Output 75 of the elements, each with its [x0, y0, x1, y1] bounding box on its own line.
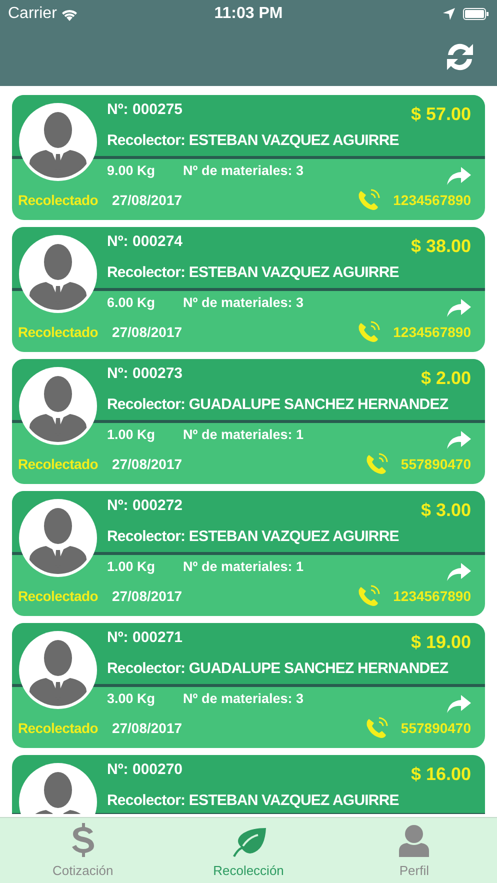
date-label: 27/08/2017 [112, 586, 182, 606]
materials-count: Nº de materiales: 3 [183, 294, 304, 312]
price-label: $ 2.00 [420, 367, 471, 390]
price-label: $ 3.00 [420, 499, 471, 522]
tab-item[interactable]: Perfil [331, 818, 497, 883]
record-card[interactable]: Nº: 000271 $ 19.00 Recolector: GUADALUPE SANCHEZ HERNANDEZ 3.00 Kg Nº de materiales: 3 Recolectado 27/08/2017 557890470 [12, 623, 485, 748]
dollar-icon [70, 822, 95, 856]
record-number: Nº: 000270 [107, 760, 183, 780]
record-card[interactable]: Nº: 000275 $ 57.00 Recolector: ESTEBAN VAZQUEZ AGUIRRE 9.00 Kg Nº de materiales: 3 Recolectado 27/08/2017 1234567890 [12, 95, 485, 220]
materials-count: Nº de materiales: 3 [183, 162, 304, 180]
collector-name: Recolector: ESTEBAN VAZQUEZ AGUIRRE [107, 131, 400, 151]
location-arrow-icon [443, 8, 455, 20]
leaf-icon [230, 826, 266, 856]
weight-label: 1.00 Kg [107, 558, 156, 576]
share-button[interactable] [447, 563, 471, 581]
collector-name: Recolector: ESTEBAN VAZQUEZ AGUIRRE [107, 791, 400, 811]
share-button[interactable] [447, 167, 471, 185]
record-number: Nº: 000272 [107, 496, 183, 516]
record-card[interactable]: Nº: 000274 $ 38.00 Recolector: ESTEBAN VAZQUEZ AGUIRRE 6.00 Kg Nº de materiales: 3 Recolectado 27/08/2017 1234567890 [12, 227, 485, 352]
record-number: Nº: 000275 [107, 100, 183, 120]
status-label: Recolectado [18, 322, 98, 342]
materials-count: Nº de materiales: 1 [183, 558, 304, 576]
materials-count: Nº de materiales: 3 [183, 690, 304, 708]
price-label: $ 16.00 [410, 763, 471, 786]
avatar-icon [18, 630, 98, 710]
avatar-icon [18, 102, 98, 182]
share-button[interactable] [447, 431, 471, 449]
phone-icon [357, 321, 382, 344]
person-icon [399, 824, 430, 856]
weight-label: 6.00 Kg [107, 294, 156, 312]
battery-icon [463, 8, 489, 20]
date-label: 27/08/2017 [112, 454, 182, 474]
status-label: Recolectado [18, 586, 98, 606]
status-label: Recolectado [18, 454, 98, 474]
collector-name: Recolector: GUADALUPE SANCHEZ HERNANDEZ [107, 395, 450, 415]
collector-name: Recolector: ESTEBAN VAZQUEZ AGUIRRE [107, 527, 400, 547]
avatar-icon [18, 498, 98, 578]
price-label: $ 38.00 [410, 235, 471, 258]
date-label: 27/08/2017 [112, 190, 182, 210]
avatar-icon [18, 234, 98, 314]
record-number: Nº: 000271 [107, 628, 183, 648]
carrier-label: Carrier [8, 4, 57, 24]
record-number: Nº: 000274 [107, 232, 183, 252]
status-label: Recolectado [18, 190, 98, 210]
record-number: Nº: 000273 [107, 364, 183, 384]
avatar-icon [18, 366, 98, 446]
phone-icon [357, 585, 382, 608]
wifi-icon [60, 8, 78, 20]
date-label: 27/08/2017 [112, 718, 182, 738]
phone-number: 1234567890 [393, 586, 471, 606]
record-card[interactable]: Nº: 000273 $ 2.00 Recolector: GUADALUPE SANCHEZ HERNANDEZ 1.00 Kg Nº de materiales: 1 Recolectado 27/08/2017 557890470 [12, 359, 485, 484]
weight-label: 9.00 Kg [107, 162, 156, 180]
phone-number: 1234567890 [393, 322, 471, 342]
weight-label: 1.00 Kg [107, 426, 156, 444]
collector-name: Recolector: GUADALUPE SANCHEZ HERNANDEZ [107, 659, 450, 679]
status-label: Recolectado [18, 718, 98, 738]
phone-icon [364, 453, 389, 476]
price-label: $ 19.00 [410, 631, 471, 654]
phone-number: 1234567890 [393, 190, 471, 210]
tab-item[interactable]: Cotización [0, 818, 166, 883]
date-label: 27/08/2017 [112, 322, 182, 342]
clock-time: 11:03 PM [214, 4, 283, 24]
weight-label: 3.00 Kg [107, 690, 156, 708]
share-button[interactable] [447, 299, 471, 317]
share-button[interactable] [447, 695, 471, 713]
tab-item[interactable]: Recolección [166, 818, 332, 883]
phone-icon [357, 189, 382, 212]
materials-count: Nº de materiales: 1 [183, 426, 304, 444]
price-label: $ 57.00 [410, 103, 471, 126]
record-card[interactable]: Nº: 000272 $ 3.00 Recolector: ESTEBAN VAZQUEZ AGUIRRE 1.00 Kg Nº de materiales: 1 Recolectado 27/08/2017 1234567890 [12, 491, 485, 616]
phone-number: 557890470 [400, 718, 471, 738]
collector-name: Recolector: ESTEBAN VAZQUEZ AGUIRRE [107, 263, 400, 283]
phone-icon [364, 717, 389, 740]
phone-number: 557890470 [400, 454, 471, 474]
record-card[interactable]: Nº: 000270 $ 16.00 Recolector: ESTEBAN VAZQUEZ AGUIRRE [12, 755, 485, 814]
